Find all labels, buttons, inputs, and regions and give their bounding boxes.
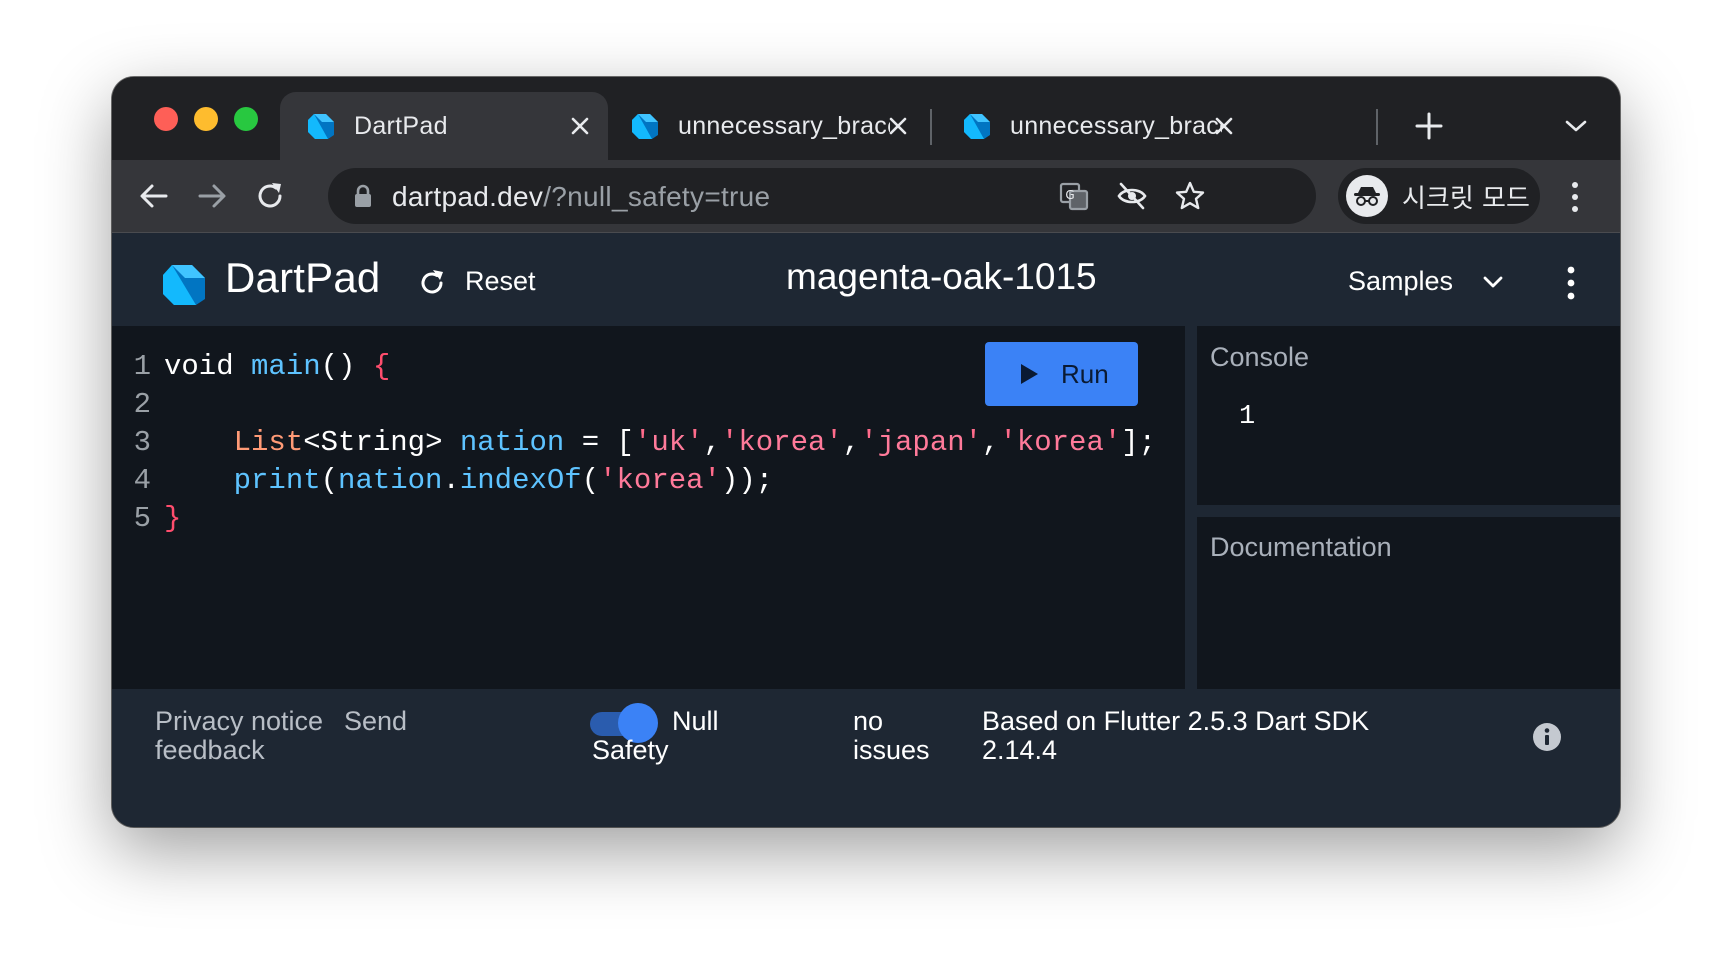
url-host: dartpad.dev xyxy=(392,181,544,212)
documentation-header: Documentation xyxy=(1210,532,1392,562)
tab-unnecessary-brace-1[interactable]: unnecessary_brace_ xyxy=(604,92,926,160)
bookmark-star-icon[interactable] xyxy=(1174,180,1206,212)
browser-toolbar: dartpad.dev/?null_safety=true G 시크릿 모드 xyxy=(112,160,1620,233)
lock-icon xyxy=(355,184,371,207)
incognito-label: 시크릿 모드 xyxy=(1402,183,1530,214)
tab-divider xyxy=(1376,109,1378,145)
svg-text:G: G xyxy=(1065,188,1074,202)
minimize-window-button[interactable] xyxy=(194,107,218,131)
close-window-button[interactable] xyxy=(154,107,178,131)
run-button[interactable]: Run xyxy=(985,342,1138,406)
chevron-down-icon[interactable] xyxy=(1482,275,1504,289)
console-panel: Console 1 xyxy=(1197,326,1620,505)
sdk-version: Based on Flutter 2.5.3 Dart SDK xyxy=(982,706,1370,736)
line-number: 3 xyxy=(133,426,151,459)
tab-title: DartPad xyxy=(354,111,448,140)
pad-title: magenta-oak-1015 xyxy=(786,256,1097,297)
line-number: 4 xyxy=(133,464,151,497)
dart-logo-icon[interactable] xyxy=(160,261,208,309)
code-editor[interactable]: 1 void main() { 2 3 List<String> nation =… xyxy=(112,326,1185,689)
tab-search-chevron-icon[interactable] xyxy=(1564,117,1588,135)
status-footer: Privacy notice Send feedback Null Safety… xyxy=(112,689,1620,827)
browser-window: DartPad unnecessary_brace_ unnece xyxy=(112,77,1620,827)
console-output: 1 xyxy=(1239,402,1256,432)
app-brand[interactable]: DartPad xyxy=(225,254,380,302)
code-line: 3 List<String> nation = ['uk','korea','j… xyxy=(112,424,1156,462)
reset-refresh-icon[interactable] xyxy=(418,269,446,297)
forward-arrow-icon[interactable] xyxy=(196,180,228,212)
tab-title: unnecessary_brace_ xyxy=(678,111,890,140)
line-number: 5 xyxy=(133,502,151,535)
tab-strip: DartPad unnecessary_brace_ unnece xyxy=(112,77,1620,160)
tab-unnecessary-brace-2[interactable]: unnecessary_brace_ xyxy=(936,92,1252,160)
play-icon xyxy=(1021,364,1038,384)
code-line: 5} xyxy=(112,500,1156,538)
url-path: /?null_safety=true xyxy=(543,181,771,212)
app-menu-kebab-icon[interactable] xyxy=(1564,265,1578,301)
close-tab-icon[interactable] xyxy=(570,116,590,136)
line-number: 1 xyxy=(133,350,151,383)
line-number: 2 xyxy=(133,388,151,421)
privacy-notice-link[interactable]: Privacy notice xyxy=(155,705,323,737)
tab-divider xyxy=(930,109,932,145)
sdk-version-line2: 2.14.4 xyxy=(982,735,1058,765)
back-arrow-icon[interactable] xyxy=(138,180,170,212)
reload-icon[interactable] xyxy=(254,180,286,212)
documentation-panel: Documentation xyxy=(1197,517,1620,689)
incognito-chip[interactable]: 시크릿 모드 xyxy=(1338,168,1540,224)
maximize-window-button[interactable] xyxy=(234,107,258,131)
issues-status-line2[interactable]: issues xyxy=(853,734,930,766)
reset-button[interactable]: Reset xyxy=(465,266,536,297)
dartpad-header: DartPad Reset magenta-oak-1015 Samples xyxy=(112,233,1620,326)
tab-title: unnecessary_brace_ xyxy=(1010,111,1222,140)
dart-logo-icon xyxy=(632,114,658,139)
null-safety-label: Null xyxy=(672,706,719,736)
vertical-splitter[interactable] xyxy=(1185,326,1197,689)
browser-menu-kebab-icon[interactable] xyxy=(1568,180,1582,214)
tab-dartpad[interactable]: DartPad xyxy=(280,92,608,160)
new-tab-plus-icon[interactable] xyxy=(1414,111,1444,141)
samples-dropdown[interactable]: Samples xyxy=(1348,266,1453,297)
url-text: dartpad.dev/?null_safety=true xyxy=(392,181,770,213)
close-tab-icon[interactable] xyxy=(1214,116,1234,136)
console-header: Console xyxy=(1210,342,1310,372)
info-icon[interactable] xyxy=(1531,721,1563,753)
close-tab-icon[interactable] xyxy=(888,116,908,136)
horizontal-splitter[interactable] xyxy=(1197,505,1620,517)
tracking-protection-eye-off-icon[interactable] xyxy=(1116,180,1148,212)
address-bar[interactable]: dartpad.dev/?null_safety=true G xyxy=(328,168,1316,224)
run-label: Run xyxy=(1061,358,1109,389)
incognito-icon xyxy=(1346,175,1388,217)
translate-icon[interactable]: G xyxy=(1058,180,1090,212)
dart-logo-icon xyxy=(964,114,990,139)
null-safety-label-line2: Safety xyxy=(592,735,669,765)
send-feedback-link[interactable]: Send xyxy=(344,705,407,737)
dart-logo-icon xyxy=(308,114,334,139)
send-feedback-link-line2[interactable]: feedback xyxy=(155,734,265,766)
code-line: 4 print(nation.indexOf('korea')); xyxy=(112,462,1156,500)
issues-status[interactable]: no xyxy=(853,705,883,737)
